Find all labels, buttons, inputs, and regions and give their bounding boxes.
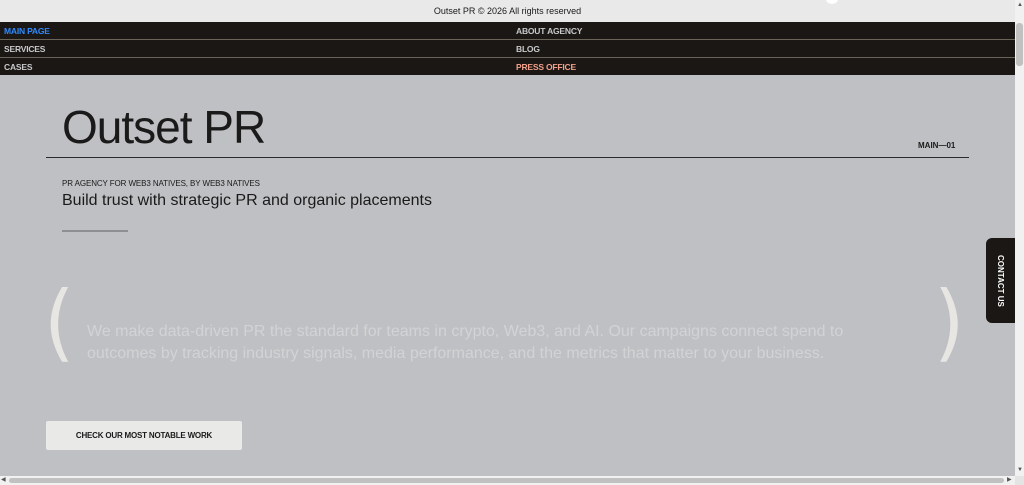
page-title: Outset PR	[62, 101, 266, 153]
vertical-scrollbar[interactable]: ▲ ▼	[1015, 0, 1024, 476]
copyright-text: Outset PR © 2026 All rights reserved	[433, 6, 582, 16]
page-index-label: MAIN—01	[918, 141, 956, 150]
nav-row-3: CASES PRESS OFFICE	[0, 58, 1015, 75]
cursor-dot-icon	[826, 0, 838, 4]
subtitle-underline	[62, 230, 128, 232]
nav-link-services[interactable]: SERVICES	[4, 44, 45, 54]
contact-us-tab[interactable]: CONTACT US	[986, 238, 1015, 323]
horizontal-scrollbar[interactable]: ◀ ▶	[0, 476, 1015, 485]
hero-subtitle: Build trust with strategic PR and organi…	[62, 192, 432, 209]
title-divider	[46, 157, 969, 158]
close-bracket-icon: )	[934, 274, 965, 372]
scroll-up-icon[interactable]: ▲	[1017, 2, 1023, 8]
scroll-left-icon[interactable]: ◀	[1, 477, 6, 483]
open-bracket-icon: (	[44, 274, 75, 372]
nav-link-about-agency[interactable]: ABOUT AGENCY	[516, 26, 582, 36]
nav-row-1: MAIN PAGE ABOUT AGENCY	[0, 22, 1015, 40]
nav-link-cases[interactable]: CASES	[4, 62, 32, 72]
eyebrow-text: PR AGENCY FOR WEB3 NATIVES, BY WEB3 NATI…	[62, 179, 260, 188]
notable-work-button[interactable]: CHECK OUR MOST NOTABLE WORK	[46, 421, 242, 450]
mission-statement: We make data-driven PR the standard for …	[87, 323, 844, 362]
nav-link-main-page[interactable]: MAIN PAGE	[4, 26, 50, 36]
scroll-down-icon[interactable]: ▼	[1017, 467, 1023, 473]
contact-us-label: CONTACT US	[996, 254, 1005, 307]
nav-link-press-office[interactable]: PRESS OFFICE	[516, 62, 576, 72]
top-bar: Outset PR © 2026 All rights reserved	[0, 0, 1015, 22]
nav-link-blog[interactable]: BLOG	[516, 44, 540, 54]
vertical-scroll-thumb[interactable]	[1016, 23, 1023, 66]
scroll-right-icon[interactable]: ▶	[1007, 477, 1012, 483]
horizontal-scroll-thumb[interactable]	[9, 478, 1004, 483]
main-navigation: MAIN PAGE ABOUT AGENCY SERVICES BLOG CAS…	[0, 22, 1015, 75]
scrollbar-corner	[1015, 476, 1024, 485]
nav-row-2: SERVICES BLOG	[0, 40, 1015, 58]
